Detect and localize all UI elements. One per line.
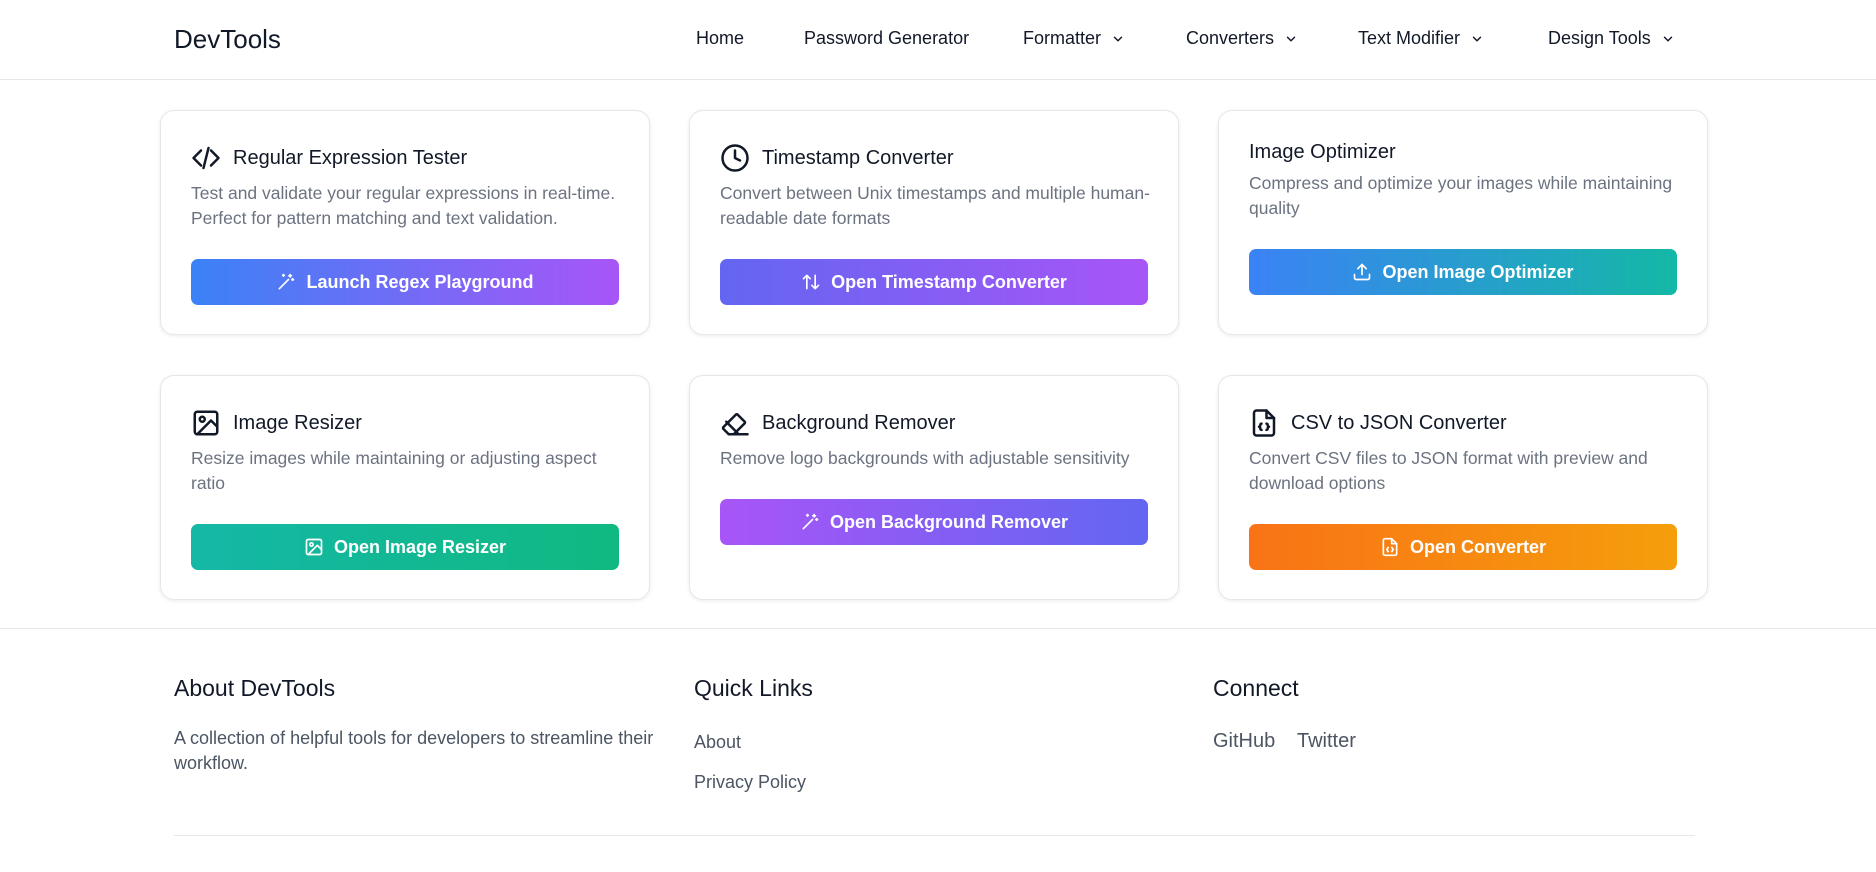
card-title: Regular Expression Tester [191,143,467,173]
button-label: Open Image Resizer [333,536,507,557]
top-navbar: DevTools Home Password Generator Formatt… [0,0,1876,80]
card-title: Timestamp Converter [720,143,954,173]
footer-link-github[interactable]: GitHub [1213,730,1275,753]
nav-password-generator-label: Password Generator [804,28,970,48]
button-label: Open Timestamp Converter [831,271,1067,292]
open-background-remover-button[interactable]: Open Background Remover [720,499,1148,545]
card-title-text: Image Optimizer [1249,141,1396,163]
card-title-text: Background Remover [762,411,956,434]
file-code-icon [1382,537,1398,557]
magic-wand-icon [278,273,295,290]
card-description: Remove logo backgrounds with adjustable … [720,448,1130,468]
button-label: Open Image Optimizer [1382,261,1574,282]
open-converter-button[interactable]: Open Converter [1249,524,1677,570]
chevron-down-icon [1113,36,1123,41]
nav-converters-label: Converters [1186,28,1275,48]
nav-design-tools[interactable]: Design Tools [1548,28,1675,49]
tool-card-background-remover: Background Remover Remove logo backgroun… [689,375,1179,600]
tool-card-image-optimizer: Image Optimizer Compress and optimize yo… [1218,110,1708,335]
chevron-down-icon [1286,36,1296,41]
card-description: Resize images while maintaining or adjus… [191,448,597,493]
open-image-optimizer-button[interactable]: Open Image Optimizer [1249,249,1677,295]
tool-card-image-resizer: Image Resizer Resize images while mainta… [160,375,650,600]
chevron-down-icon [1472,36,1482,41]
upload-icon [1354,263,1371,281]
chevron-down-icon [1663,36,1672,41]
card-description: Convert CSV files to JSON format with pr… [1249,448,1648,493]
footer-about-heading: About DevTools [174,675,336,701]
nav-home-label: Home [696,28,745,48]
brand-logo[interactable]: DevTools [174,24,281,55]
footer-link-privacy-policy[interactable]: Privacy Policy [694,772,806,793]
open-image-resizer-button[interactable]: Open Image Resizer [191,524,619,570]
nav-design-tools-label: Design Tools [1548,28,1651,48]
nav-text-modifier[interactable]: Text Modifier [1358,28,1484,49]
card-title-text: Regular Expression Tester [233,146,468,169]
card-description: Test and validate your regular expressio… [191,183,616,228]
open-timestamp-converter-button[interactable]: Open Timestamp Converter [720,259,1148,305]
footer-link-twitter[interactable]: Twitter [1297,730,1356,753]
launch-regex-playground-button[interactable]: Launch Regex Playground [191,259,619,305]
card-title-text: Timestamp Converter [762,146,954,169]
image-icon [191,408,221,438]
card-title-text: Image Resizer [233,411,362,434]
tool-card-regex-tester: Regular Expression Tester Test and valid… [160,110,650,335]
card-title: CSV to JSON Converter [1249,408,1507,438]
footer-link-about[interactable]: About [694,732,741,753]
nav-converters[interactable]: Converters [1186,28,1298,49]
card-title: Background Remover [720,408,955,438]
card-description: Convert between Unix timestamps and mult… [720,183,1150,228]
card-title: Image Optimizer [1249,141,1396,164]
card-description: Compress and optimize your images while … [1249,173,1673,218]
eraser-icon [720,408,750,438]
file-code-icon [1249,408,1279,438]
nav-home[interactable]: Home [696,28,744,49]
swap-vertical-icon [802,274,820,290]
card-title: Image Resizer [191,408,362,438]
button-label: Launch Regex Playground [306,271,534,292]
card-title-text: CSV to JSON Converter [1291,411,1507,434]
tool-card-timestamp-converter: Timestamp Converter Convert between Unix… [689,110,1179,335]
button-label: Open Background Remover [829,511,1069,532]
magic-wand-icon [802,513,819,530]
code-icon [191,143,221,173]
site-footer: About DevTools A collection of helpful t… [0,628,1876,872]
footer-quick-links-heading: Quick Links [694,675,813,701]
nav-text-modifier-label: Text Modifier [1358,28,1461,48]
nav-formatter-label: Formatter [1023,28,1102,48]
tool-card-csv-to-json: CSV to JSON Converter Convert CSV files … [1218,375,1708,600]
nav-formatter[interactable]: Formatter [1023,28,1125,49]
nav-password-generator[interactable]: Password Generator [804,28,969,49]
footer-about-text: A collection of helpful tools for develo… [174,728,654,773]
image-icon [305,538,323,556]
footer-divider [174,835,1695,836]
button-label: Open Converter [1409,536,1547,557]
footer-connect-heading: Connect [1213,675,1299,701]
clock-icon [720,143,750,173]
